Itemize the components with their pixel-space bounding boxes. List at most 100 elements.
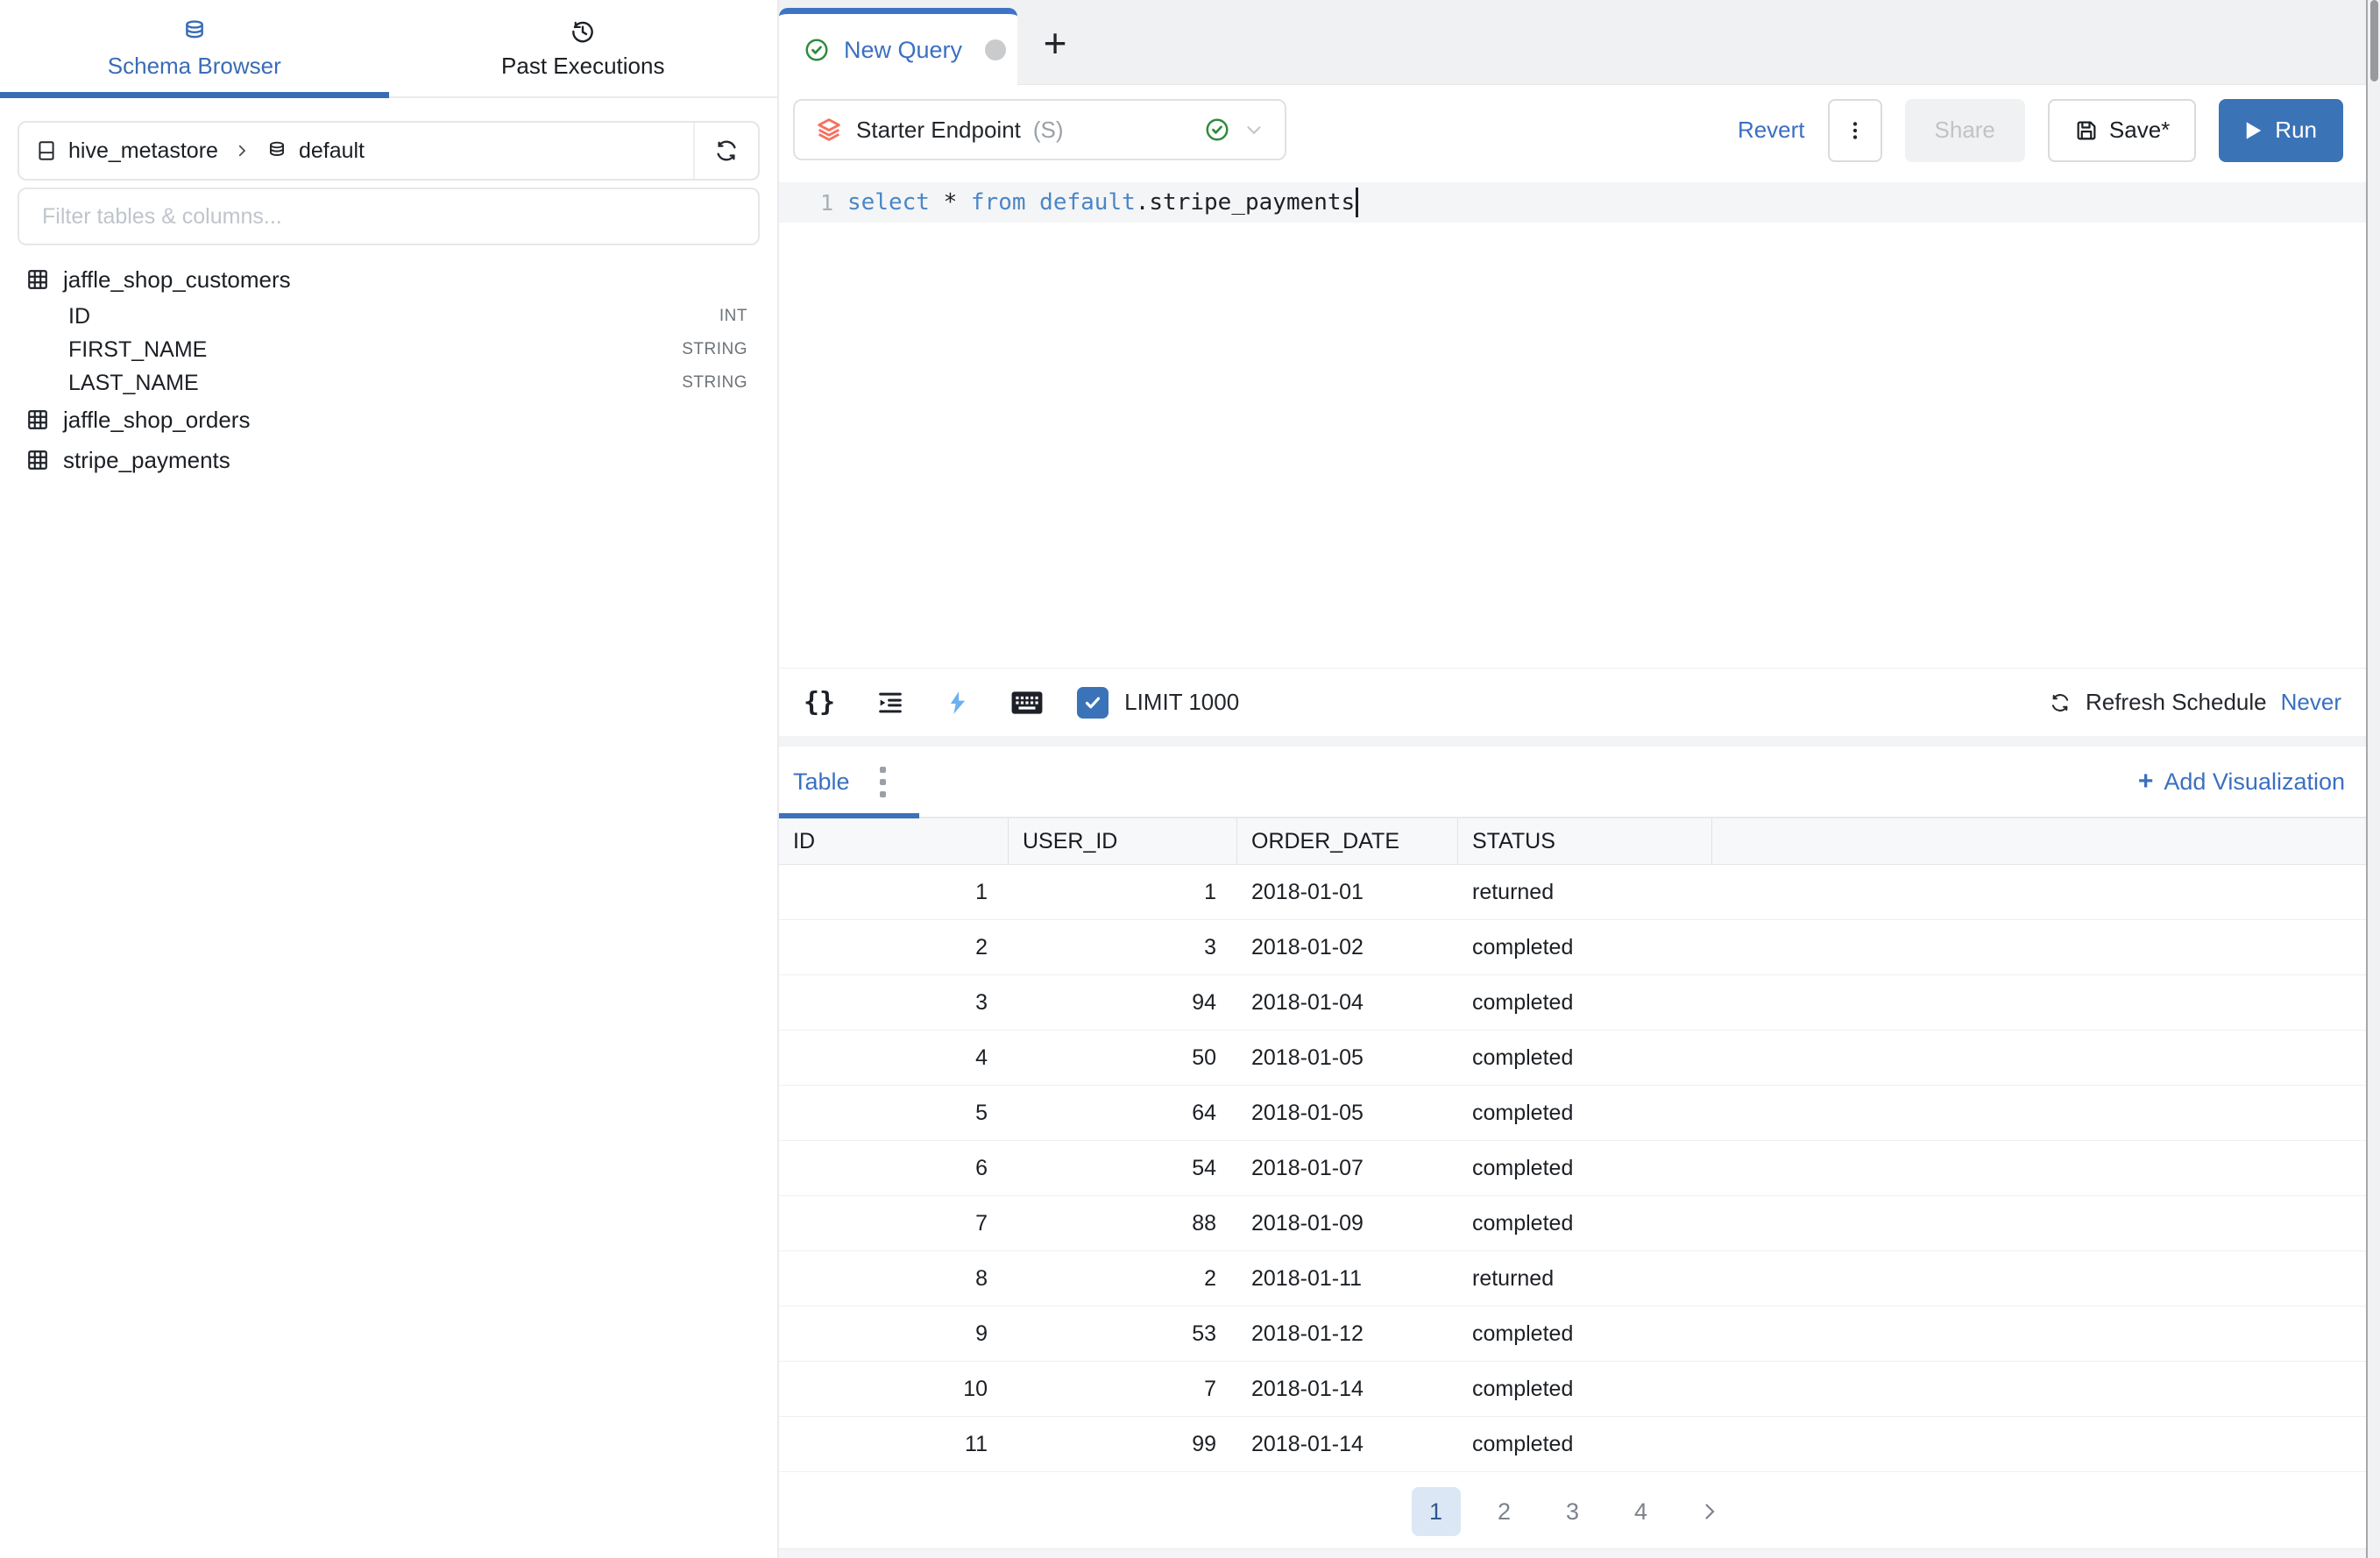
- endpoint-size: (S): [1033, 117, 1064, 144]
- cell-id: 3: [779, 990, 1009, 1016]
- format-braces-icon[interactable]: {}: [804, 687, 835, 718]
- column-header-user-id[interactable]: USER_ID: [1009, 818, 1237, 864]
- cell-id: 5: [779, 1101, 1009, 1126]
- table-row: 10 7 2018-01-14 completed: [779, 1362, 2366, 1417]
- unsaved-dot-icon: [985, 39, 1006, 60]
- endpoint-stack-icon: [814, 115, 844, 145]
- schema-tree-column[interactable]: IDINT: [0, 300, 777, 333]
- cell-order-date: 2018-01-04: [1237, 990, 1458, 1016]
- cell-order-date: 2018-01-14: [1237, 1377, 1458, 1402]
- cell-id: 9: [779, 1321, 1009, 1347]
- vertical-scrollbar[interactable]: [2366, 0, 2380, 1558]
- cell-status: completed: [1458, 1321, 1712, 1347]
- cell-order-date: 2018-01-02: [1237, 935, 1458, 960]
- cell-status: completed: [1458, 1377, 1712, 1402]
- table-row: 7 88 2018-01-09 completed: [779, 1196, 2366, 1251]
- column-header-order-date[interactable]: ORDER_DATE: [1237, 818, 1458, 864]
- endpoint-name: Starter Endpoint: [856, 117, 1021, 144]
- cell-id: 1: [779, 880, 1009, 905]
- schema-tree: jaffle_shop_customers IDINTFIRST_NAMESTRI…: [0, 259, 777, 480]
- section-divider: [779, 736, 2366, 747]
- pages: 1234: [1412, 1487, 1666, 1536]
- line-number: 1: [779, 190, 847, 216]
- pagination: 1234: [779, 1472, 2366, 1551]
- column-type: INT: [719, 307, 747, 326]
- refresh-schedule-value[interactable]: Never: [2281, 689, 2341, 716]
- query-tab-new-query[interactable]: New Query: [779, 8, 1017, 86]
- cell-id: 4: [779, 1045, 1009, 1071]
- results-section: Table + Add Visualization ID USER_ID ORD…: [779, 747, 2366, 1551]
- schema-tree-column[interactable]: FIRST_NAMESTRING: [0, 333, 777, 366]
- check-circle-icon: [804, 37, 830, 63]
- table-row: 1 1 2018-01-01 returned: [779, 865, 2366, 920]
- table-row: 9 53 2018-01-12 completed: [779, 1307, 2366, 1362]
- limit-checkbox[interactable]: [1077, 687, 1109, 719]
- schema-icon: [266, 139, 288, 162]
- run-button[interactable]: Run: [2219, 99, 2343, 162]
- schema-tree-table[interactable]: stripe_payments: [0, 440, 777, 480]
- column-header-status[interactable]: STATUS: [1458, 818, 1712, 864]
- clock-history-icon: [569, 18, 597, 46]
- filter-input[interactable]: [18, 188, 760, 245]
- cell-order-date: 2018-01-09: [1237, 1211, 1458, 1236]
- refresh-icon: [713, 138, 740, 164]
- save-button[interactable]: Save*: [2048, 99, 2196, 162]
- page-button-2[interactable]: 2: [1480, 1487, 1529, 1536]
- cell-user-id: 7: [1009, 1377, 1237, 1402]
- page-button-3[interactable]: 3: [1548, 1487, 1597, 1536]
- result-rows: 1 1 2018-01-01 returned 2 3 2018-01-02 c…: [779, 865, 2366, 1472]
- more-options-button[interactable]: [1828, 99, 1882, 162]
- table-row: 3 94 2018-01-04 completed: [779, 975, 2366, 1030]
- column-name: FIRST_NAME: [68, 337, 207, 363]
- cell-status: returned: [1458, 1266, 1712, 1292]
- new-tab-button[interactable]: +: [1030, 18, 1080, 68]
- cell-user-id: 99: [1009, 1432, 1237, 1457]
- cell-order-date: 2018-01-07: [1237, 1156, 1458, 1181]
- limit-label[interactable]: LIMIT 1000: [1124, 689, 1239, 716]
- tab-past-executions[interactable]: Past Executions: [389, 0, 778, 96]
- table-grid-icon: [26, 408, 49, 431]
- table-row: 4 50 2018-01-05 completed: [779, 1030, 2366, 1086]
- tab-table[interactable]: Table: [779, 747, 850, 817]
- scrollbar-thumb[interactable]: [2370, 0, 2378, 81]
- column-header-id[interactable]: ID: [779, 818, 1009, 864]
- cell-id: 2: [779, 935, 1009, 960]
- cell-order-date: 2018-01-05: [1237, 1101, 1458, 1126]
- page-button-1[interactable]: 1: [1412, 1487, 1461, 1536]
- table-row: 11 99 2018-01-14 completed: [779, 1417, 2366, 1472]
- table-name: jaffle_shop_customers: [63, 266, 291, 294]
- schema-tree-table[interactable]: jaffle_shop_customers: [0, 259, 777, 300]
- sql-editor-app: Schema Browser Past Executions: [0, 0, 2380, 1558]
- sidebar: Schema Browser Past Executions: [0, 0, 779, 1558]
- refresh-schema-button[interactable]: [693, 123, 758, 179]
- schema-tree-column[interactable]: LAST_NAMESTRING: [0, 366, 777, 400]
- revert-link[interactable]: Revert: [1738, 117, 1805, 144]
- next-page-button[interactable]: [1685, 1487, 1734, 1536]
- page-button-4[interactable]: 4: [1617, 1487, 1666, 1536]
- add-visualization-button[interactable]: + Add Visualization: [2138, 767, 2345, 797]
- cell-user-id: 88: [1009, 1211, 1237, 1236]
- footer-band: [779, 1548, 2366, 1558]
- result-table-header: ID USER_ID ORDER_DATE STATUS: [779, 818, 2366, 865]
- cell-user-id: 50: [1009, 1045, 1237, 1071]
- lightning-icon[interactable]: [946, 689, 970, 717]
- schema-tree-table[interactable]: jaffle_shop_orders: [0, 400, 777, 440]
- refresh-schedule-label: Refresh Schedule: [2086, 689, 2267, 716]
- keyboard-icon[interactable]: [1010, 690, 1044, 716]
- active-code-line: 1 select * from default.stripe_payments: [779, 182, 2366, 223]
- indent-icon[interactable]: [875, 688, 905, 718]
- results-tabbar: Table + Add Visualization: [779, 747, 2366, 818]
- text-cursor: [1356, 188, 1358, 217]
- cell-id: 7: [779, 1211, 1009, 1236]
- play-icon: [2245, 121, 2263, 140]
- cell-order-date: 2018-01-05: [1237, 1045, 1458, 1071]
- table-name: jaffle_shop_orders: [63, 407, 250, 434]
- breadcrumb-catalog[interactable]: hive_metastore: [68, 138, 218, 164]
- tab-schema-browser[interactable]: Schema Browser: [0, 0, 389, 96]
- endpoint-selector[interactable]: Starter Endpoint (S): [793, 99, 1286, 160]
- breadcrumb-schema[interactable]: default: [299, 138, 365, 164]
- kebab-icon: [1844, 119, 1866, 142]
- cell-user-id: 94: [1009, 990, 1237, 1016]
- sql-editor[interactable]: 1 select * from default.stripe_payments: [779, 175, 2366, 668]
- table-options-kebab-icon[interactable]: [880, 767, 886, 797]
